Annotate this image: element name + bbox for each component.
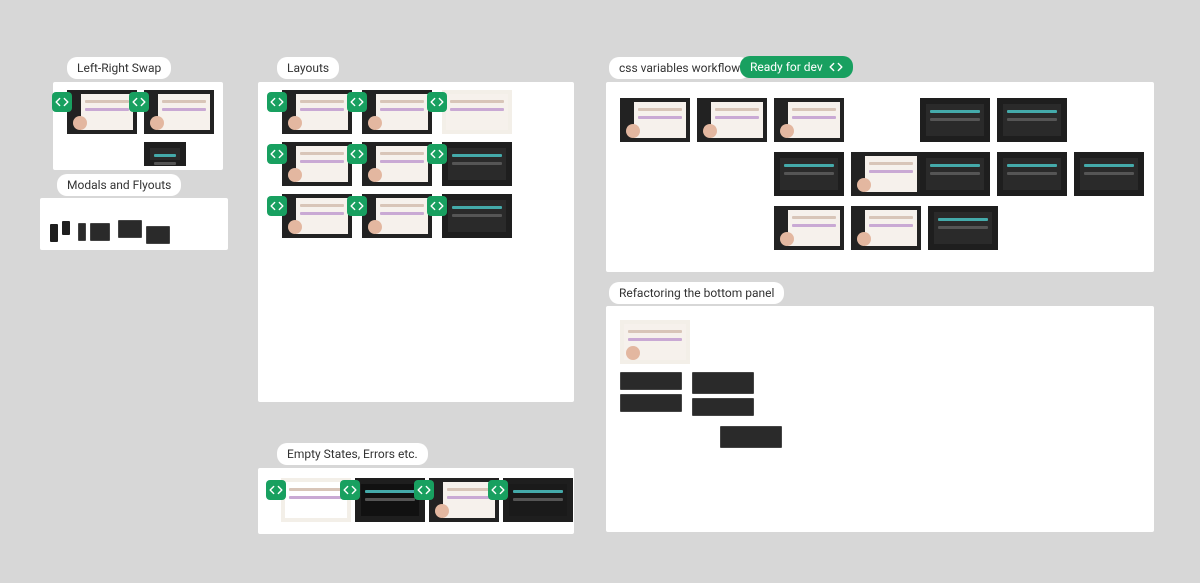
frame[interactable]	[282, 142, 352, 186]
code-icon[interactable]	[414, 480, 434, 500]
section-label-layouts[interactable]: Layouts	[277, 57, 339, 79]
panel-tile[interactable]	[692, 398, 754, 416]
frame[interactable]	[697, 98, 767, 142]
code-icon[interactable]	[267, 144, 287, 164]
section-label-refactor[interactable]: Refactoring the bottom panel	[609, 282, 784, 304]
code-icon[interactable]	[427, 196, 447, 216]
code-icon[interactable]	[347, 196, 367, 216]
modal-tile[interactable]	[50, 224, 58, 242]
section-label-modals[interactable]: Modals and Flyouts	[57, 174, 181, 196]
modal-tile[interactable]	[118, 220, 142, 238]
frame[interactable]	[774, 152, 844, 196]
frame[interactable]	[144, 90, 214, 134]
code-icon[interactable]	[267, 92, 287, 112]
section-label-empty-states[interactable]: Empty States, Errors etc.	[277, 443, 428, 465]
panel-tile[interactable]	[692, 372, 754, 394]
figma-canvas[interactable]: Left-Right Swap Modals and Flyouts Layou…	[0, 0, 1200, 583]
frame[interactable]	[362, 90, 432, 134]
frame[interactable]	[920, 98, 990, 142]
frame[interactable]	[920, 152, 990, 196]
modal-tile[interactable]	[62, 221, 70, 235]
frame[interactable]	[997, 98, 1067, 142]
status-badge-ready-for-dev[interactable]: Ready for dev	[740, 56, 853, 78]
frame[interactable]	[774, 206, 844, 250]
status-badge-label: Ready for dev	[750, 60, 823, 74]
code-icon[interactable]	[129, 92, 149, 112]
frame[interactable]	[282, 90, 352, 134]
panel-tile[interactable]	[620, 372, 682, 390]
frame[interactable]	[503, 478, 573, 522]
frame[interactable]	[928, 206, 998, 250]
frame[interactable]	[620, 320, 690, 364]
panel-tile[interactable]	[720, 426, 782, 448]
frame[interactable]	[442, 90, 512, 134]
frame[interactable]	[144, 142, 186, 166]
frame[interactable]	[997, 152, 1067, 196]
section-label-css-vars[interactable]: css variables workflow	[609, 57, 750, 79]
frame[interactable]	[67, 90, 137, 134]
section-label-left-right-swap[interactable]: Left-Right Swap	[67, 57, 171, 79]
frame[interactable]	[362, 194, 432, 238]
frame[interactable]	[442, 142, 512, 186]
code-icon	[829, 60, 843, 74]
code-icon[interactable]	[488, 480, 508, 500]
code-icon[interactable]	[52, 92, 72, 112]
modal-tile[interactable]	[146, 226, 170, 244]
code-icon[interactable]	[267, 196, 287, 216]
code-icon[interactable]	[266, 480, 286, 500]
code-icon[interactable]	[347, 92, 367, 112]
frame[interactable]	[851, 206, 921, 250]
code-icon[interactable]	[427, 144, 447, 164]
frame[interactable]	[851, 152, 921, 196]
frame[interactable]	[442, 194, 512, 238]
panel-tile[interactable]	[620, 394, 682, 412]
frame[interactable]	[282, 194, 352, 238]
modal-tile[interactable]	[90, 223, 110, 241]
code-icon[interactable]	[427, 92, 447, 112]
modal-tile[interactable]	[78, 223, 86, 241]
frame[interactable]	[1074, 152, 1144, 196]
frame[interactable]	[620, 98, 690, 142]
modal-tile[interactable]	[184, 222, 202, 234]
code-icon[interactable]	[340, 480, 360, 500]
frame[interactable]	[362, 142, 432, 186]
frame[interactable]	[774, 98, 844, 142]
code-icon[interactable]	[347, 144, 367, 164]
